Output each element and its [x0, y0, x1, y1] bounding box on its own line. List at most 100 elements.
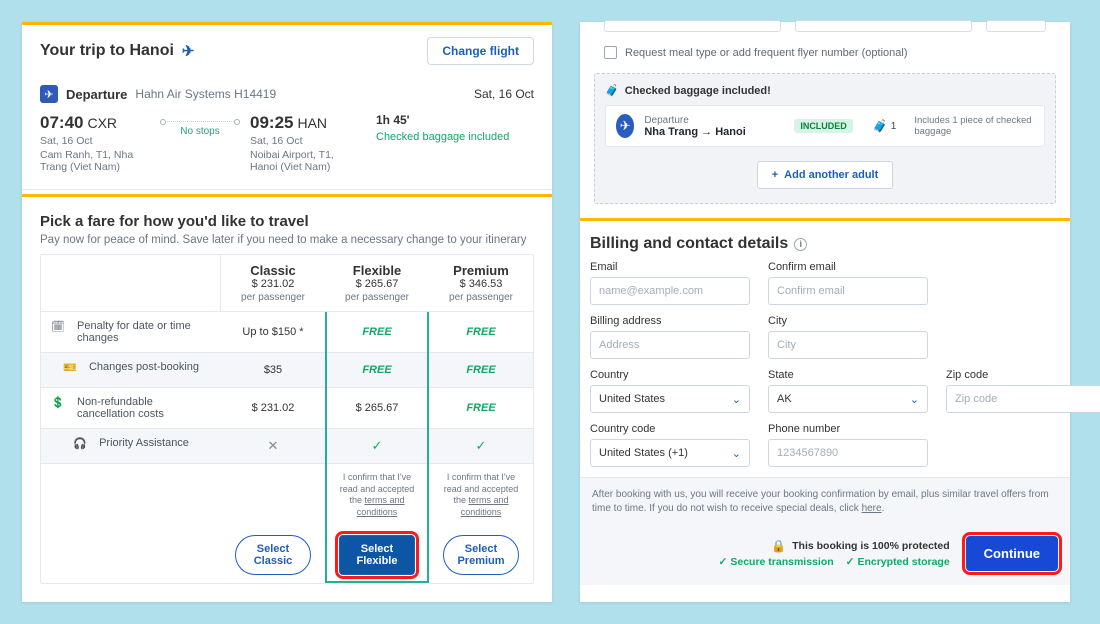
no-stops-label: No stops — [160, 126, 240, 137]
fare-col-flexible: Recommended Flexible $ 265.67 per passen… — [325, 255, 429, 312]
penalty-classic: Up to $150 * — [221, 312, 325, 353]
billing-address-label: Billing address — [590, 315, 750, 327]
dest-code: HAN — [297, 115, 327, 131]
meal-option-label: Request meal type or add frequent flyer … — [625, 47, 908, 59]
airline-logo-icon: ✈ — [616, 114, 634, 138]
change-flight-button[interactable]: Change flight — [427, 37, 534, 65]
city-input[interactable] — [768, 331, 928, 359]
changes-premium: FREE — [429, 353, 533, 388]
x-icon: ✕ — [268, 438, 279, 454]
phone-label: Phone number — [768, 423, 928, 435]
phone-input[interactable] — [768, 439, 928, 467]
cancel-flexible: $ 265.67 — [325, 388, 429, 429]
changes-classic: $35 — [221, 353, 325, 388]
billing-section-title: Billing and contact details — [590, 235, 788, 253]
origin-date: Sat, 16 Oct — [40, 135, 150, 147]
country-select[interactable]: United States ⌄ — [590, 385, 750, 413]
dest-time: 09:25 — [250, 113, 293, 133]
collapsed-fields — [594, 20, 1056, 32]
state-label: State — [768, 369, 928, 381]
lock-icon: 🔒 — [771, 539, 786, 553]
select-flexible-button[interactable]: Select Flexible — [339, 535, 415, 575]
protection-info: 🔒 This booking is 100% protected ✓Secure… — [719, 539, 950, 568]
dest-date: Sat, 16 Oct — [250, 135, 360, 147]
opt-out-link[interactable]: here — [862, 503, 882, 514]
priority-flexible: ✓ — [325, 429, 429, 464]
row-changes: 🎫 Changes post-booking — [41, 353, 221, 388]
changes-flexible: FREE — [325, 353, 429, 388]
row-cancel: 💲 Non-refundable cancellation costs — [41, 388, 221, 429]
baggage-dep-label: Departure — [644, 115, 784, 126]
luggage-icon: 🧳 — [873, 119, 888, 133]
fare-col-classic: Classic $ 231.02 per passenger — [221, 255, 325, 312]
plus-icon: + — [772, 169, 778, 181]
departure-icon: ✈ — [40, 85, 58, 103]
plane-icon: ✈︎ — [182, 42, 195, 60]
priority-classic: ✕ — [221, 429, 325, 464]
included-badge: INCLUDED — [794, 119, 853, 133]
info-icon[interactable]: i — [794, 238, 807, 251]
cancel-classic: $ 231.02 — [221, 388, 325, 429]
refund-icon: 💲 — [51, 396, 69, 414]
cancel-premium: FREE — [429, 388, 533, 429]
duration: 1h 45' — [376, 113, 509, 127]
origin-leg: 07:40CXR Sat, 16 Oct Cam Ranh, T1, Nha T… — [40, 113, 150, 173]
email-input[interactable] — [590, 277, 750, 305]
chevron-down-icon: ⌄ — [732, 393, 741, 406]
city-label: City — [768, 315, 928, 327]
check-icon: ✓ — [846, 556, 855, 568]
fare-col-premium: Premium $ 346.53 per passenger — [429, 255, 533, 312]
add-adult-button[interactable]: +Add another adult — [757, 161, 894, 189]
baggage-note: Includes 1 piece of checked baggage — [914, 115, 1034, 137]
baggage-heading: Checked baggage included! — [625, 85, 771, 97]
flight-date: Sat, 16 Oct — [474, 87, 534, 101]
priority-premium: ✓ — [429, 429, 533, 464]
origin-place: Cam Ranh, T1, Nha Trang (Viet Nam) — [40, 149, 150, 173]
baggage-section: 🧳 Checked baggage included! ✈ Departure … — [594, 73, 1056, 204]
state-select[interactable]: AK ⌄ — [768, 385, 928, 413]
penalty-premium: FREE — [429, 312, 533, 353]
ticket-icon: 🎫 — [63, 361, 81, 379]
row-penalty: 🗓 Penalty for date or time changes — [41, 312, 221, 353]
headset-icon: 🎧 — [73, 437, 91, 455]
billing-panel: Request meal type or add frequent flyer … — [580, 22, 1070, 602]
luggage-count: 🧳 1 — [873, 119, 897, 133]
confirm-email-input[interactable] — [768, 277, 928, 305]
departure-label: Departure — [66, 87, 127, 102]
origin-code: CXR — [87, 115, 117, 131]
booking-disclaimer: After booking with us, you will receive … — [580, 477, 1070, 526]
fare-table: Classic $ 231.02 per passenger Recommend… — [22, 254, 552, 602]
continue-button[interactable]: Continue — [966, 536, 1058, 571]
zip-label: Zip code — [946, 369, 1100, 381]
country-code-select[interactable]: United States (+1) ⌄ — [590, 439, 750, 467]
select-classic-button[interactable]: Select Classic — [235, 535, 311, 575]
penalty-flexible: FREE — [325, 312, 429, 353]
billing-form: Email Confirm email Billing address City… — [580, 257, 1070, 477]
trip-title-text: Your trip to Hanoi — [40, 42, 174, 60]
baggage-route: Nha Trang → Hanoi — [644, 126, 784, 138]
baggage-included-label: Checked baggage included — [376, 131, 509, 143]
calendar-icon: 🗓 — [51, 320, 69, 338]
destination-leg: 09:25HAN Sat, 16 Oct Noibai Airport, T1,… — [250, 113, 360, 173]
fare-heading: Pick a fare for how you'd like to travel — [40, 213, 534, 230]
zip-input[interactable] — [946, 385, 1100, 413]
email-label: Email — [590, 261, 750, 273]
chevron-down-icon: ⌄ — [732, 447, 741, 460]
premium-confirm-text: I confirm that I've read and accepted th… — [429, 464, 533, 527]
page-title: Your trip to Hanoi ✈︎ — [40, 42, 195, 60]
trip-panel: Your trip to Hanoi ✈︎ Change flight ✈ De… — [22, 22, 552, 602]
baggage-card: ✈ Departure Nha Trang → Hanoi INCLUDED 🧳… — [605, 105, 1045, 147]
suitcase-icon: 🧳 — [605, 84, 619, 97]
check-icon: ✓ — [476, 438, 487, 454]
meal-checkbox[interactable] — [604, 46, 617, 59]
billing-address-input[interactable] — [590, 331, 750, 359]
chevron-down-icon: ⌄ — [910, 393, 919, 406]
check-icon: ✓ — [719, 556, 728, 568]
select-premium-button[interactable]: Select Premium — [443, 535, 519, 575]
flexible-confirm-text: I confirm that I've read and accepted th… — [325, 464, 429, 527]
flight-path: No stops — [160, 113, 240, 173]
fare-subtext: Pay now for peace of mind. Save later if… — [40, 234, 534, 246]
origin-time: 07:40 — [40, 113, 83, 133]
row-priority: 🎧 Priority Assistance — [41, 429, 221, 464]
confirm-email-label: Confirm email — [768, 261, 928, 273]
